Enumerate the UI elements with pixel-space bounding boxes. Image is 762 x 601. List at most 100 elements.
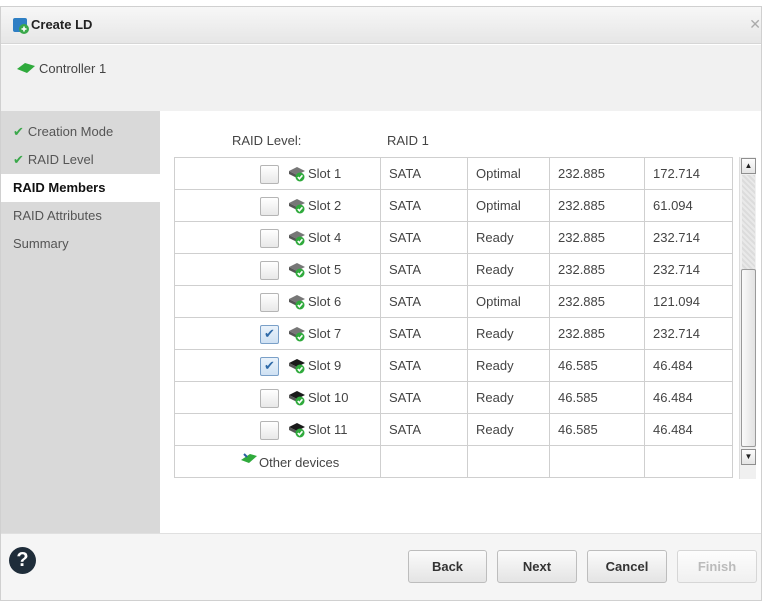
device-cell: Other devices: [174, 445, 381, 478]
controller-icon: [17, 63, 35, 73]
sidebar-item-creation-mode[interactable]: ✔ Creation Mode: [1, 118, 160, 146]
drive-type: SATA: [380, 221, 468, 254]
next-button[interactable]: Next: [497, 550, 577, 583]
drive-free-space: 46.484: [644, 413, 733, 446]
cancel-button[interactable]: Cancel: [587, 550, 667, 583]
select-checkbox[interactable]: [260, 293, 279, 312]
drive-type: SATA: [380, 317, 468, 350]
drive-size: 232.885: [549, 317, 645, 350]
drive-state: Ready: [467, 221, 550, 254]
table-row[interactable]: Slot 11 SATA Ready 46.585 46.484: [174, 413, 733, 446]
drive-size: 46.585: [549, 349, 645, 382]
dialog-title: Create LD: [31, 17, 93, 32]
drive-size: 232.885: [549, 221, 645, 254]
scroll-up-icon[interactable]: ▲: [741, 158, 756, 174]
slot-label: Slot 4: [308, 230, 342, 245]
table-row[interactable]: Slot 1 SATA Optimal 232.885 172.714: [174, 157, 733, 190]
finish-button[interactable]: Finish: [677, 550, 757, 583]
drive-type: SATA: [380, 189, 468, 222]
drive-free-space: 232.714: [644, 317, 733, 350]
sidebar-item-raid-level[interactable]: ✔ RAID Level: [1, 146, 160, 174]
select-checkbox[interactable]: [260, 197, 279, 216]
drive-free-space: 46.484: [644, 349, 733, 382]
title-bar[interactable]: Create LD ✕: [1, 7, 761, 44]
sidebar-item-label: RAID Members: [13, 180, 106, 195]
black-disk-icon: [288, 358, 306, 374]
raid-level-value: RAID 1: [387, 133, 429, 148]
drive-state: Optimal: [467, 189, 550, 222]
table-row[interactable]: Slot 5 SATA Ready 232.885 232.714: [174, 253, 733, 286]
help-icon[interactable]: ?: [9, 547, 36, 574]
drive-size: 232.885: [549, 285, 645, 318]
drive-state: Ready: [467, 349, 550, 382]
select-checkbox[interactable]: [260, 325, 279, 344]
partial-disk-icon: [288, 262, 306, 278]
sidebar-item-label: Creation Mode: [27, 124, 114, 139]
slot-label: Slot 1: [308, 166, 342, 181]
select-checkbox[interactable]: [260, 229, 279, 248]
device-cell: Slot 10: [174, 381, 381, 414]
select-checkbox[interactable]: [260, 421, 279, 440]
select-checkbox[interactable]: [260, 357, 279, 376]
device-cell: Slot 11: [174, 413, 381, 446]
drive-free-space: 61.094: [644, 189, 733, 222]
black-disk-icon: [288, 390, 306, 406]
slot-label: Slot 11: [308, 422, 348, 437]
device-cell: Slot 6: [174, 285, 381, 318]
controller-bar: Controller 1: [1, 45, 761, 111]
table-row[interactable]: Slot 6 SATA Optimal 232.885 121.094: [174, 285, 733, 318]
select-checkbox[interactable]: [260, 389, 279, 408]
drive-free-space: 121.094: [644, 285, 733, 318]
scroll-thumb[interactable]: [741, 269, 756, 447]
sidebar-item-label: Summary: [13, 236, 69, 251]
select-checkbox[interactable]: [260, 261, 279, 280]
device-cell: Slot 5: [174, 253, 381, 286]
drive-free-space: 232.714: [644, 221, 733, 254]
slot-label: Slot 7: [308, 326, 342, 341]
controller-name: Controller 1: [39, 61, 107, 76]
slot-label: Slot 9: [308, 358, 342, 373]
create-ld-dialog: Create LD ✕ Controller 1 ✔ Creation Mode …: [0, 6, 762, 601]
drive-size: 232.885: [549, 189, 645, 222]
scroll-track[interactable]: [742, 175, 755, 269]
drive-type: SATA: [380, 157, 468, 190]
partial-disk-icon: [288, 166, 306, 182]
table-row[interactable]: Slot 4 SATA Ready 232.885 232.714: [174, 221, 733, 254]
table-row[interactable]: Slot 7 SATAReady232.885232.714: [174, 317, 733, 350]
scroll-down-icon[interactable]: ▼: [741, 449, 756, 465]
raid-level-label: RAID Level:: [232, 133, 302, 148]
table-row[interactable]: Slot 9 SATAReady46.58546.484: [174, 349, 733, 382]
select-checkbox[interactable]: [260, 165, 279, 184]
drive-state: Ready: [467, 253, 550, 286]
vertical-scrollbar[interactable]: ▲ ▼: [739, 157, 756, 479]
drive-free-space: 172.714: [644, 157, 733, 190]
sidebar-item-raid-attributes[interactable]: RAID Attributes: [1, 202, 160, 230]
drive-type: SATA: [380, 413, 468, 446]
table-row[interactable]: Slot 2 SATA Optimal 232.885 61.094: [174, 189, 733, 222]
slot-label: Slot 5: [308, 262, 342, 277]
drive-size: 232.885: [549, 157, 645, 190]
wizard-sidebar: ✔ Creation Mode ✔ RAID Level RAID Members …: [1, 111, 160, 533]
drive-type: SATA: [380, 381, 468, 414]
partial-disk-icon: [288, 230, 306, 246]
partial-disk-icon: [288, 198, 306, 214]
close-icon[interactable]: ✕: [749, 16, 761, 33]
device-cell: Slot 2: [174, 189, 381, 222]
drive-type: SATA: [380, 253, 468, 286]
sidebar-item-label: RAID Attributes: [13, 208, 102, 223]
sidebar-item-raid-members[interactable]: RAID Members: [1, 174, 160, 202]
other-devices-row[interactable]: Other devices: [174, 445, 733, 478]
sidebar-item-summary[interactable]: Summary: [1, 230, 160, 258]
check-icon: ✔: [13, 124, 24, 139]
drive-size: 46.585: [549, 381, 645, 414]
drive-size: 232.885: [549, 253, 645, 286]
other-devices-label: Other devices: [259, 455, 340, 470]
drive-state: Ready: [467, 317, 550, 350]
create-ld-icon: [13, 18, 29, 34]
back-button[interactable]: Back: [408, 550, 487, 583]
black-disk-icon: [288, 422, 306, 438]
device-cell: Slot 7: [174, 317, 381, 350]
slot-label: Slot 6: [308, 294, 342, 309]
slot-label: Slot 10: [308, 390, 349, 405]
table-row[interactable]: Slot 10 SATA Ready 46.585 46.484: [174, 381, 733, 414]
